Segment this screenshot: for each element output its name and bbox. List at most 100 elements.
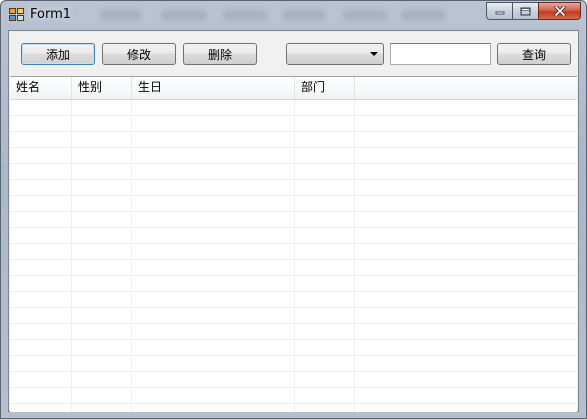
- grid-empty-row: [10, 292, 577, 308]
- grid-cell: [295, 356, 355, 371]
- chevron-down-icon[interactable]: [370, 52, 378, 56]
- grid-cell: [72, 324, 132, 339]
- grid-cell: [132, 404, 295, 412]
- grid-cell: [72, 308, 132, 323]
- app-icon[interactable]: [9, 8, 25, 22]
- grid-cell: [295, 196, 355, 211]
- grid-cell: [355, 148, 577, 163]
- grid-cell: [72, 356, 132, 371]
- grid-cell: [355, 116, 577, 131]
- grid-cell: [10, 340, 72, 355]
- blurred-background-text: [101, 10, 141, 20]
- grid-cell: [72, 196, 132, 211]
- grid-cell: [355, 404, 577, 412]
- grid-cell: [132, 340, 295, 355]
- grid-cell: [132, 372, 295, 387]
- grid-cell: [72, 260, 132, 275]
- caption-buttons: [486, 2, 581, 21]
- grid-cell: [295, 308, 355, 323]
- data-grid[interactable]: 姓名 性别 生日 部门: [10, 76, 577, 412]
- grid-cell: [355, 260, 577, 275]
- query-button[interactable]: 查询: [497, 43, 571, 65]
- grid-cell: [10, 100, 72, 115]
- maximize-button[interactable]: [512, 2, 538, 20]
- grid-empty-row: [10, 372, 577, 388]
- grid-empty-row: [10, 356, 577, 372]
- grid-empty-row: [10, 244, 577, 260]
- column-header-department[interactable]: 部门: [295, 77, 355, 99]
- grid-cell: [355, 196, 577, 211]
- search-input[interactable]: [390, 43, 491, 65]
- grid-cell: [10, 356, 72, 371]
- grid-cell: [355, 324, 577, 339]
- grid-cell: [132, 356, 295, 371]
- grid-cell: [295, 164, 355, 179]
- grid-cell: [72, 388, 132, 403]
- grid-empty-row: [10, 196, 577, 212]
- grid-cell: [10, 180, 72, 195]
- grid-cell: [355, 276, 577, 291]
- edit-button[interactable]: 修改: [102, 43, 176, 65]
- grid-empty-row: [10, 164, 577, 180]
- grid-cell: [132, 292, 295, 307]
- grid-cell: [10, 324, 72, 339]
- grid-cell: [132, 116, 295, 131]
- grid-cell: [295, 228, 355, 243]
- grid-body: [10, 100, 577, 412]
- grid-cell: [295, 388, 355, 403]
- grid-cell: [132, 276, 295, 291]
- grid-cell: [72, 212, 132, 227]
- grid-cell: [72, 180, 132, 195]
- blurred-background-text: [161, 10, 207, 20]
- grid-cell: [132, 324, 295, 339]
- grid-cell: [10, 212, 72, 227]
- grid-cell: [295, 116, 355, 131]
- title-bar[interactable]: Form1: [1, 1, 586, 29]
- delete-button[interactable]: 删除: [183, 43, 257, 65]
- close-button[interactable]: [538, 2, 581, 20]
- grid-cell: [355, 340, 577, 355]
- grid-cell: [10, 372, 72, 387]
- minimize-button[interactable]: [486, 2, 512, 20]
- grid-cell: [355, 132, 577, 147]
- grid-cell: [132, 132, 295, 147]
- maximize-icon: [520, 7, 531, 15]
- grid-empty-row: [10, 276, 577, 292]
- grid-cell: [295, 260, 355, 275]
- grid-empty-row: [10, 180, 577, 196]
- grid-cell: [295, 180, 355, 195]
- grid-cell: [355, 212, 577, 227]
- grid-cell: [355, 100, 577, 115]
- grid-cell: [10, 132, 72, 147]
- grid-cell: [295, 404, 355, 412]
- grid-empty-row: [10, 116, 577, 132]
- grid-cell: [72, 292, 132, 307]
- grid-cell: [132, 212, 295, 227]
- close-icon: [553, 6, 566, 16]
- window-title: Form1: [30, 7, 72, 22]
- grid-cell: [295, 148, 355, 163]
- column-header-gender[interactable]: 性别: [72, 77, 132, 99]
- grid-cell: [72, 340, 132, 355]
- grid-cell: [355, 388, 577, 403]
- grid-empty-row: [10, 308, 577, 324]
- category-combobox[interactable]: [286, 43, 384, 65]
- grid-cell: [72, 164, 132, 179]
- grid-cell: [295, 372, 355, 387]
- grid-empty-row: [10, 132, 577, 148]
- grid-cell: [10, 244, 72, 259]
- column-header-birthday[interactable]: 生日: [132, 77, 295, 99]
- grid-empty-row: [10, 404, 577, 412]
- grid-cell: [72, 116, 132, 131]
- grid-cell: [295, 100, 355, 115]
- grid-cell: [132, 100, 295, 115]
- add-button[interactable]: 添加: [21, 43, 95, 65]
- grid-cell: [355, 292, 577, 307]
- grid-cell: [355, 228, 577, 243]
- grid-cell: [295, 340, 355, 355]
- grid-cell: [72, 244, 132, 259]
- grid-empty-row: [10, 388, 577, 404]
- column-header-name[interactable]: 姓名: [10, 77, 72, 99]
- grid-empty-row: [10, 340, 577, 356]
- grid-cell: [132, 308, 295, 323]
